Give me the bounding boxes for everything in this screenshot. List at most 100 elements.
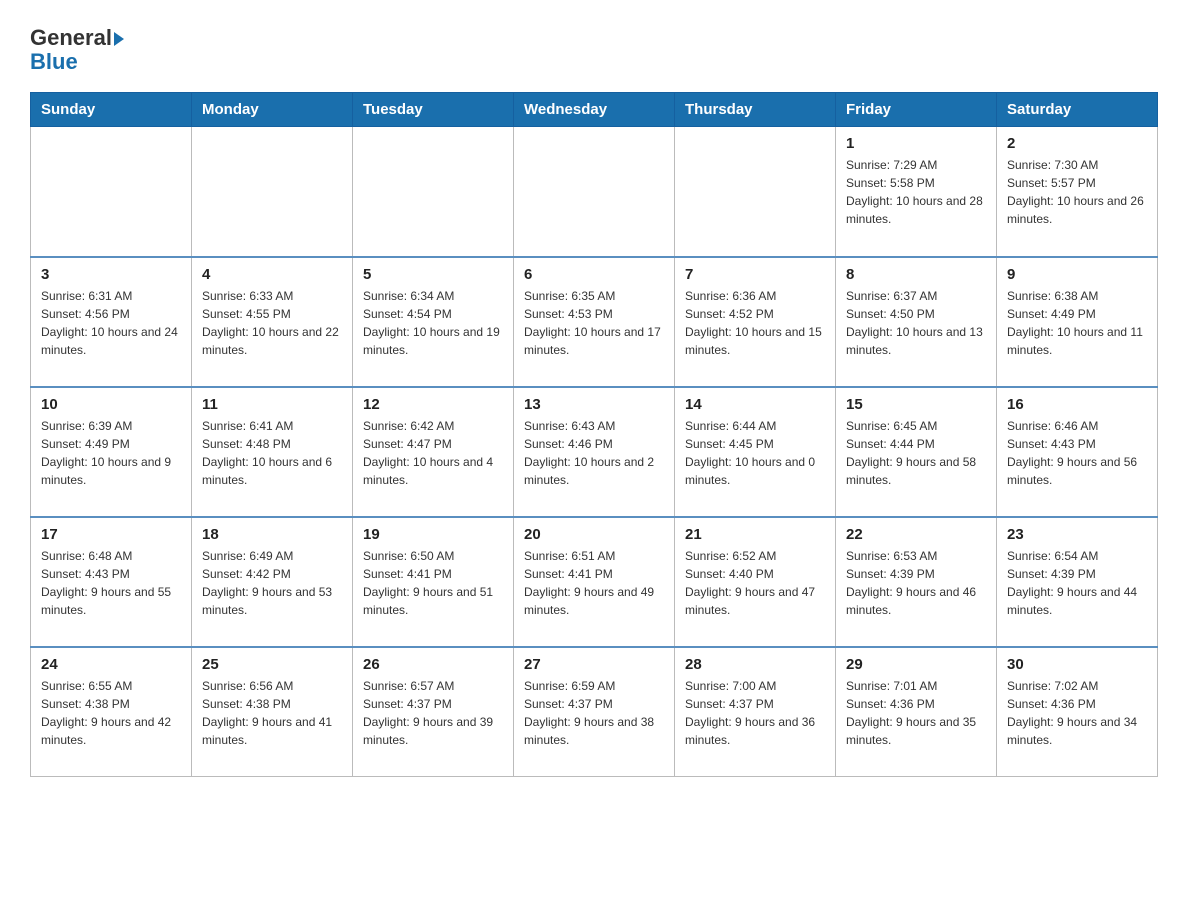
calendar-cell: 4Sunrise: 6:33 AMSunset: 4:55 PMDaylight…	[192, 257, 353, 387]
day-info: Sunrise: 6:38 AMSunset: 4:49 PMDaylight:…	[1007, 287, 1147, 359]
day-info: Sunrise: 6:50 AMSunset: 4:41 PMDaylight:…	[363, 547, 503, 619]
day-info: Sunrise: 6:48 AMSunset: 4:43 PMDaylight:…	[41, 547, 181, 619]
logo-general-text: General	[30, 26, 124, 50]
calendar-cell: 10 Sunrise: 6:39 AMSunset: 4:49 PMDayligh…	[31, 387, 192, 517]
calendar-cell: 5 Sunrise: 6:34 AMSunset: 4:54 PMDaylight…	[353, 257, 514, 387]
day-number: 13	[524, 396, 664, 413]
day-info: Sunrise: 6:59 AMSunset: 4:37 PMDaylight:…	[524, 677, 664, 749]
calendar-week-row: 17 Sunrise: 6:48 AMSunset: 4:43 PMDayligh…	[31, 517, 1158, 647]
day-info: Sunrise: 6:35 AMSunset: 4:53 PMDaylight:…	[524, 287, 664, 359]
calendar-cell: 11 Sunrise: 6:41 AMSunset: 4:48 PMDayligh…	[192, 387, 353, 517]
day-info: Sunrise: 7:01 AMSunset: 4:36 PMDaylight:…	[846, 677, 986, 749]
calendar-cell: 20 Sunrise: 6:51 AMSunset: 4:41 PMDayligh…	[514, 517, 675, 647]
day-number: 24	[41, 656, 181, 673]
calendar-cell: 1 Sunrise: 7:29 AMSunset: 5:58 PMDaylight…	[836, 127, 997, 257]
day-number: 8	[846, 266, 986, 283]
calendar-cell: 16 Sunrise: 6:46 AMSunset: 4:43 PMDayligh…	[997, 387, 1158, 517]
calendar-cell: 28 Sunrise: 7:00 AMSunset: 4:37 PMDayligh…	[675, 647, 836, 777]
weekday-header-sunday: Sunday	[31, 93, 192, 127]
day-info: Sunrise: 6:56 AMSunset: 4:38 PMDaylight:…	[202, 677, 342, 749]
day-number: 27	[524, 656, 664, 673]
day-number: 28	[685, 656, 825, 673]
day-info: Sunrise: 6:43 AMSunset: 4:46 PMDaylight:…	[524, 417, 664, 489]
calendar-cell: 17 Sunrise: 6:48 AMSunset: 4:43 PMDayligh…	[31, 517, 192, 647]
logo: General Blue	[30, 20, 124, 74]
day-number: 23	[1007, 526, 1147, 543]
day-number: 22	[846, 526, 986, 543]
day-number: 19	[363, 526, 503, 543]
day-number: 12	[363, 396, 503, 413]
calendar-week-row: 1 Sunrise: 7:29 AMSunset: 5:58 PMDaylight…	[31, 127, 1158, 257]
logo-blue-text: Blue	[30, 50, 78, 74]
day-number: 9	[1007, 266, 1147, 283]
day-number: 10	[41, 396, 181, 413]
day-info: Sunrise: 7:00 AMSunset: 4:37 PMDaylight:…	[685, 677, 825, 749]
calendar-cell: 8 Sunrise: 6:37 AMSunset: 4:50 PMDaylight…	[836, 257, 997, 387]
day-number: 14	[685, 396, 825, 413]
calendar-cell	[675, 127, 836, 257]
calendar-week-row: 3Sunrise: 6:31 AMSunset: 4:56 PMDaylight…	[31, 257, 1158, 387]
day-number: 30	[1007, 656, 1147, 673]
day-info: Sunrise: 6:46 AMSunset: 4:43 PMDaylight:…	[1007, 417, 1147, 489]
calendar-cell: 3Sunrise: 6:31 AMSunset: 4:56 PMDaylight…	[31, 257, 192, 387]
calendar-cell: 2 Sunrise: 7:30 AMSunset: 5:57 PMDaylight…	[997, 127, 1158, 257]
weekday-header-monday: Monday	[192, 93, 353, 127]
day-info: Sunrise: 6:57 AMSunset: 4:37 PMDaylight:…	[363, 677, 503, 749]
calendar-cell: 15 Sunrise: 6:45 AMSunset: 4:44 PMDayligh…	[836, 387, 997, 517]
day-info: Sunrise: 6:34 AMSunset: 4:54 PMDaylight:…	[363, 287, 503, 359]
day-number: 6	[524, 266, 664, 283]
weekday-header-tuesday: Tuesday	[353, 93, 514, 127]
day-number: 20	[524, 526, 664, 543]
day-info: Sunrise: 6:39 AMSunset: 4:49 PMDaylight:…	[41, 417, 181, 489]
calendar-cell: 26 Sunrise: 6:57 AMSunset: 4:37 PMDayligh…	[353, 647, 514, 777]
calendar-week-row: 10 Sunrise: 6:39 AMSunset: 4:49 PMDayligh…	[31, 387, 1158, 517]
day-number: 16	[1007, 396, 1147, 413]
calendar-cell	[353, 127, 514, 257]
calendar-cell: 6 Sunrise: 6:35 AMSunset: 4:53 PMDaylight…	[514, 257, 675, 387]
logo-arrow-icon	[114, 32, 124, 46]
day-info: Sunrise: 7:30 AMSunset: 5:57 PMDaylight:…	[1007, 156, 1147, 228]
day-number: 29	[846, 656, 986, 673]
calendar-week-row: 24 Sunrise: 6:55 AMSunset: 4:38 PMDayligh…	[31, 647, 1158, 777]
day-number: 2	[1007, 135, 1147, 152]
day-info: Sunrise: 6:37 AMSunset: 4:50 PMDaylight:…	[846, 287, 986, 359]
calendar-header-row: SundayMondayTuesdayWednesdayThursdayFrid…	[31, 93, 1158, 127]
weekday-header-wednesday: Wednesday	[514, 93, 675, 127]
day-info: Sunrise: 6:49 AMSunset: 4:42 PMDaylight:…	[202, 547, 342, 619]
calendar-cell: 12 Sunrise: 6:42 AMSunset: 4:47 PMDayligh…	[353, 387, 514, 517]
page-header: General Blue	[30, 20, 1158, 74]
day-number: 15	[846, 396, 986, 413]
day-number: 1	[846, 135, 986, 152]
day-number: 7	[685, 266, 825, 283]
calendar-cell: 25 Sunrise: 6:56 AMSunset: 4:38 PMDayligh…	[192, 647, 353, 777]
day-info: Sunrise: 6:51 AMSunset: 4:41 PMDaylight:…	[524, 547, 664, 619]
day-number: 25	[202, 656, 342, 673]
calendar-cell	[31, 127, 192, 257]
day-number: 11	[202, 396, 342, 413]
day-info: Sunrise: 7:29 AMSunset: 5:58 PMDaylight:…	[846, 156, 986, 228]
day-info: Sunrise: 6:41 AMSunset: 4:48 PMDaylight:…	[202, 417, 342, 489]
calendar-cell	[192, 127, 353, 257]
day-info: Sunrise: 6:33 AMSunset: 4:55 PMDaylight:…	[202, 287, 342, 359]
calendar-cell: 7 Sunrise: 6:36 AMSunset: 4:52 PMDaylight…	[675, 257, 836, 387]
day-number: 17	[41, 526, 181, 543]
day-info: Sunrise: 6:53 AMSunset: 4:39 PMDaylight:…	[846, 547, 986, 619]
weekday-header-thursday: Thursday	[675, 93, 836, 127]
day-info: Sunrise: 6:31 AMSunset: 4:56 PMDaylight:…	[41, 287, 181, 359]
day-number: 18	[202, 526, 342, 543]
day-info: Sunrise: 6:55 AMSunset: 4:38 PMDaylight:…	[41, 677, 181, 749]
calendar-cell: 13 Sunrise: 6:43 AMSunset: 4:46 PMDayligh…	[514, 387, 675, 517]
weekday-header-friday: Friday	[836, 93, 997, 127]
calendar-cell: 9 Sunrise: 6:38 AMSunset: 4:49 PMDaylight…	[997, 257, 1158, 387]
day-info: Sunrise: 6:36 AMSunset: 4:52 PMDaylight:…	[685, 287, 825, 359]
calendar-cell: 21Sunrise: 6:52 AMSunset: 4:40 PMDayligh…	[675, 517, 836, 647]
calendar-cell: 14 Sunrise: 6:44 AMSunset: 4:45 PMDayligh…	[675, 387, 836, 517]
day-info: Sunrise: 6:44 AMSunset: 4:45 PMDaylight:…	[685, 417, 825, 489]
day-info: Sunrise: 6:42 AMSunset: 4:47 PMDaylight:…	[363, 417, 503, 489]
day-info: Sunrise: 6:45 AMSunset: 4:44 PMDaylight:…	[846, 417, 986, 489]
day-number: 26	[363, 656, 503, 673]
day-number: 5	[363, 266, 503, 283]
calendar-cell: 30Sunrise: 7:02 AMSunset: 4:36 PMDayligh…	[997, 647, 1158, 777]
calendar-cell: 22 Sunrise: 6:53 AMSunset: 4:39 PMDayligh…	[836, 517, 997, 647]
day-info: Sunrise: 6:54 AMSunset: 4:39 PMDaylight:…	[1007, 547, 1147, 619]
